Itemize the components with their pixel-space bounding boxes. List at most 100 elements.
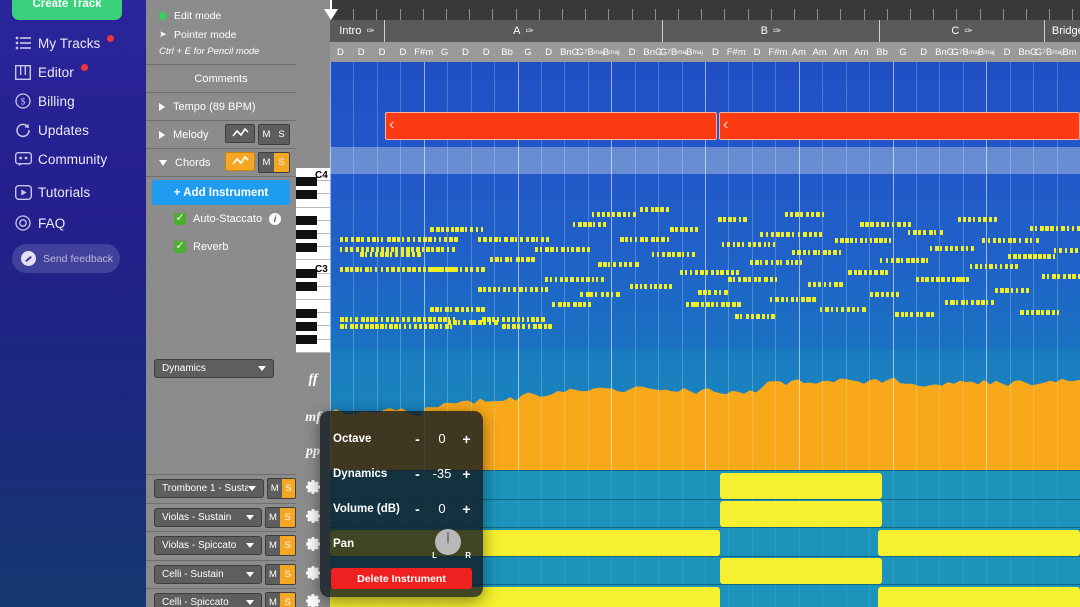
piano-black-key[interactable] [296, 177, 317, 186]
midi-note[interactable] [413, 317, 416, 322]
instrument-clip[interactable] [878, 530, 1080, 556]
midi-note[interactable] [453, 320, 457, 325]
midi-note[interactable] [935, 246, 939, 251]
midi-note[interactable] [685, 270, 687, 275]
midi-note[interactable] [440, 307, 442, 312]
midi-note[interactable] [786, 260, 790, 265]
midi-note[interactable] [685, 227, 688, 232]
midi-note[interactable] [512, 317, 515, 322]
midi-note[interactable] [886, 258, 889, 263]
edit-pencil-icon[interactable]: ✑ [773, 26, 781, 37]
midi-note[interactable] [423, 317, 426, 322]
midi-note[interactable] [961, 246, 964, 251]
comments-row[interactable]: Comments [146, 65, 296, 92]
midi-note[interactable] [656, 237, 659, 242]
midi-note[interactable] [595, 292, 597, 297]
midi-note[interactable] [601, 277, 604, 282]
midi-note[interactable] [375, 324, 379, 329]
nav-item-community[interactable]: Community [0, 144, 146, 174]
midi-note[interactable] [839, 250, 841, 255]
midi-note[interactable] [1047, 254, 1051, 259]
midi-note[interactable] [728, 277, 732, 282]
midi-note[interactable] [803, 232, 806, 237]
midi-note[interactable] [860, 238, 863, 243]
midi-note[interactable] [428, 317, 432, 322]
midi-note[interactable] [950, 246, 953, 251]
midi-note[interactable] [385, 252, 389, 257]
chord-label[interactable]: Am [851, 42, 872, 62]
midi-note[interactable] [801, 297, 805, 302]
midi-note[interactable] [978, 217, 981, 222]
midi-note[interactable] [966, 277, 969, 282]
midi-note[interactable] [1057, 274, 1060, 279]
midi-note[interactable] [695, 270, 698, 275]
midi-note[interactable] [989, 264, 993, 269]
midi-note[interactable] [497, 317, 499, 322]
midi-note[interactable] [635, 262, 639, 267]
midi-note[interactable] [517, 317, 519, 322]
midi-note[interactable] [508, 287, 510, 292]
midi-note[interactable] [874, 238, 878, 243]
midi-note[interactable] [481, 227, 484, 232]
midi-note[interactable] [908, 230, 910, 235]
midi-note[interactable] [402, 237, 404, 242]
midi-note[interactable] [502, 317, 505, 322]
piano-keyboard[interactable]: C4C3 [296, 168, 330, 350]
midi-note[interactable] [983, 217, 986, 222]
chord-label[interactable]: G7Bmaj [1038, 42, 1059, 62]
midi-note[interactable] [652, 252, 654, 257]
midi-note[interactable] [829, 282, 831, 287]
midi-note[interactable] [903, 222, 907, 227]
chord-label[interactable]: F#m [413, 42, 434, 62]
midi-note[interactable] [824, 282, 827, 287]
midi-note[interactable] [531, 257, 535, 262]
midi-note[interactable] [406, 252, 409, 257]
midi-note[interactable] [608, 262, 611, 267]
midi-note[interactable] [465, 267, 468, 272]
midi-note[interactable] [920, 312, 922, 317]
midi-note[interactable] [771, 260, 774, 265]
midi-note[interactable] [541, 237, 543, 242]
midi-note[interactable] [633, 212, 635, 217]
midi-note[interactable] [548, 324, 552, 329]
midi-note[interactable] [456, 267, 458, 272]
midi-note[interactable] [792, 232, 794, 237]
midi-note[interactable] [733, 242, 736, 247]
midi-note[interactable] [481, 267, 485, 272]
midi-note[interactable] [645, 237, 648, 242]
midi-note[interactable] [478, 237, 481, 242]
midi-note[interactable] [911, 258, 915, 263]
midi-note[interactable] [931, 312, 933, 317]
midi-note[interactable] [989, 217, 993, 222]
chord-label[interactable]: D [476, 42, 497, 62]
midi-note[interactable] [433, 317, 436, 322]
midi-note[interactable] [601, 292, 604, 297]
midi-note[interactable] [395, 252, 398, 257]
midi-note[interactable] [862, 307, 866, 312]
info-icon[interactable]: i [269, 213, 281, 225]
instrument-settings-gear-icon[interactable] [305, 565, 321, 581]
midi-note[interactable] [711, 302, 714, 307]
midi-note[interactable] [880, 258, 882, 263]
midi-note[interactable] [880, 270, 884, 275]
midi-note[interactable] [795, 260, 798, 265]
midi-note[interactable] [541, 287, 543, 292]
midi-note[interactable] [624, 262, 627, 267]
midi-note[interactable] [603, 262, 607, 267]
midi-note[interactable] [750, 260, 753, 265]
midi-note[interactable] [561, 247, 564, 252]
midi-note[interactable] [981, 300, 985, 305]
midi-note[interactable] [813, 282, 816, 287]
midi-note[interactable] [692, 252, 695, 257]
midi-note[interactable] [570, 277, 574, 282]
midi-note[interactable] [929, 230, 933, 235]
midi-note[interactable] [552, 302, 555, 307]
midi-note[interactable] [1015, 264, 1019, 269]
midi-note[interactable] [365, 252, 367, 257]
midi-note[interactable] [565, 277, 568, 282]
midi-note[interactable] [355, 267, 359, 272]
midi-note[interactable] [588, 222, 592, 227]
midi-note[interactable] [864, 270, 868, 275]
midi-note[interactable] [350, 247, 353, 252]
midi-note[interactable] [1000, 264, 1002, 269]
